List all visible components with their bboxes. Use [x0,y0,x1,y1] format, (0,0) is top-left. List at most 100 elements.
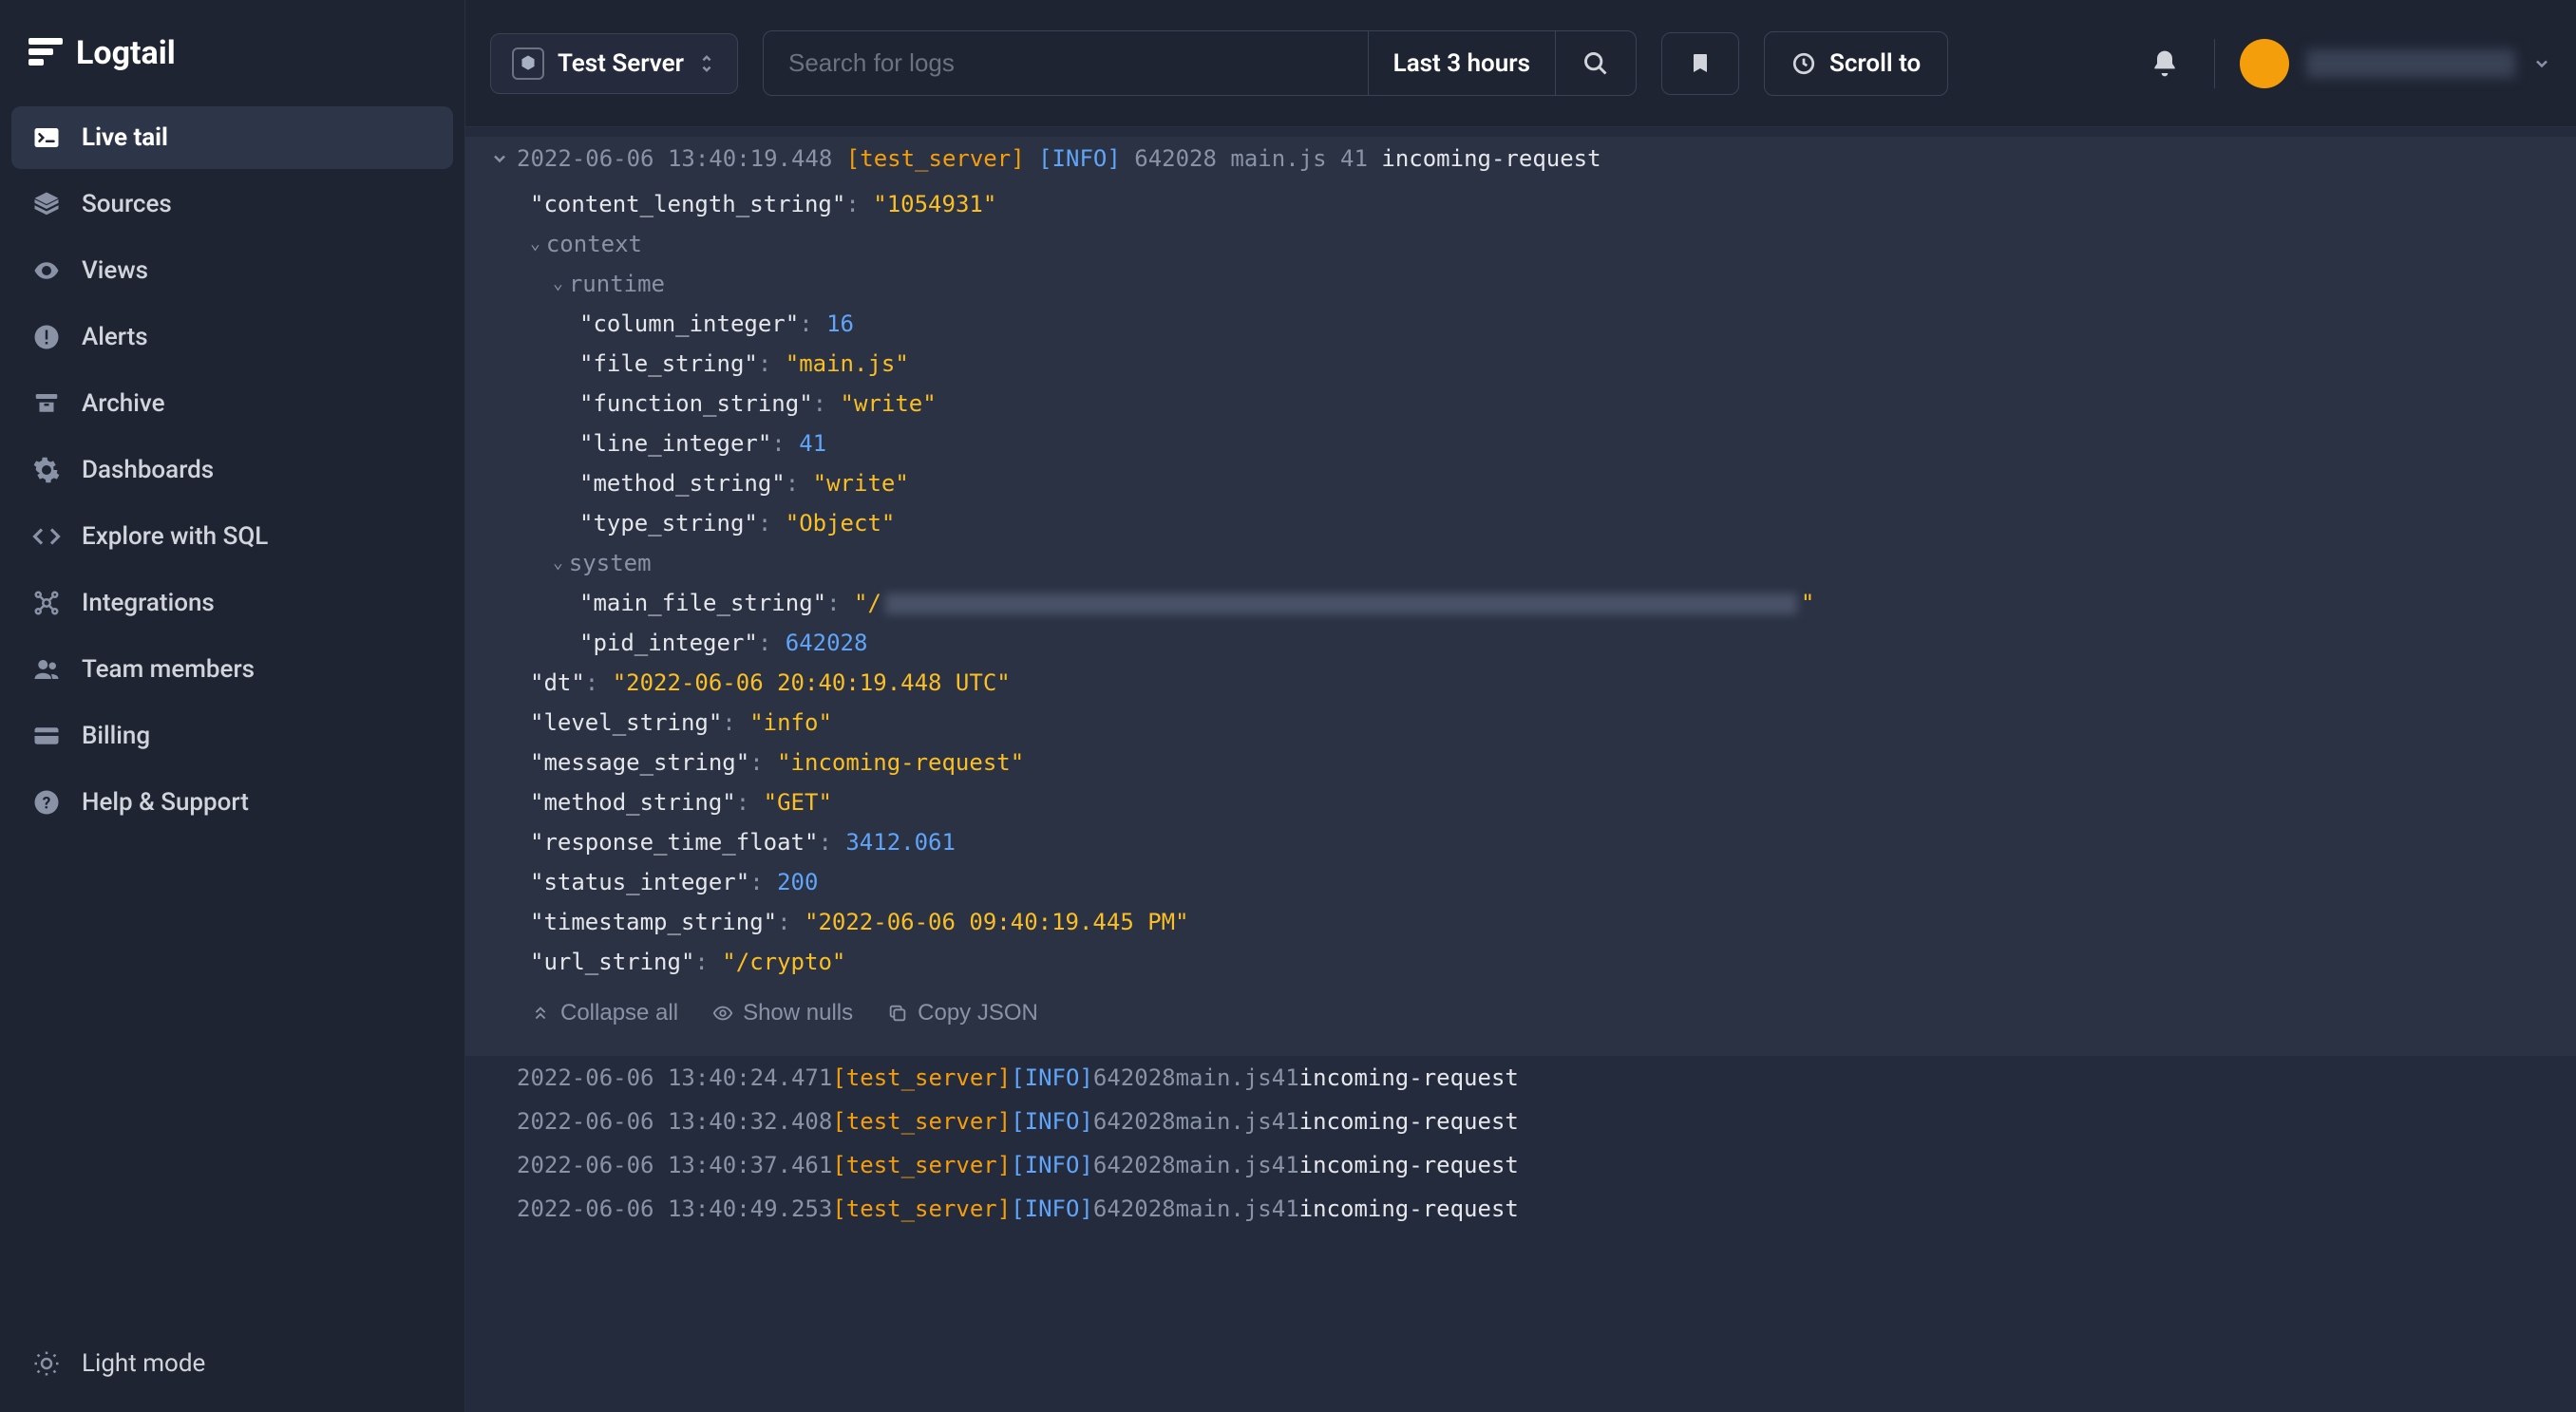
kv-value: "GET" [764,789,832,816]
sidebar-item-help[interactable]: ? Help & Support [11,771,453,834]
sidebar-item-label: Sources [82,190,172,218]
notifications-button[interactable] [2140,48,2189,79]
search-input[interactable] [764,31,1368,95]
runtime-toggle[interactable]: ⌄ runtime [530,264,2551,304]
avatar [2240,39,2289,88]
sidebar-item-archive[interactable]: Archive [11,372,453,435]
scroll-to-button[interactable]: Scroll to [1764,31,1948,96]
search-button[interactable] [1555,31,1636,95]
sidebar-item-live-tail[interactable]: Live tail [11,106,453,169]
main-content: ⬢ Test Server Last 3 hours Scroll to [465,0,2576,1412]
gear-icon [32,456,61,484]
sidebar-item-label: Archive [82,389,165,418]
kv-value: "write" [813,470,909,497]
sidebar-item-label: Integrations [82,589,215,617]
log-message: incoming-request [1381,139,1601,179]
sidebar-item-billing[interactable]: Billing [11,705,453,767]
eye-icon [32,256,61,285]
log-timestamp: 2022-06-06 13:40:19.448 [517,139,832,179]
kv-value: 16 [826,311,854,337]
kv-value: "Object" [786,510,896,537]
redacted-path [885,593,1797,614]
sidebar-item-sources[interactable]: Sources [11,173,453,235]
kv-value: 200 [777,869,818,895]
show-nulls-button[interactable]: Show nulls [712,993,853,1033]
archive-icon [32,389,61,418]
svg-text:?: ? [43,794,51,813]
kv-value: 642028 [786,630,868,656]
sidebar-item-label: Explore with SQL [82,522,268,551]
logtail-icon [28,38,63,68]
log-lineno: 41 [1340,139,1368,179]
kv-value: "2022-06-06 20:40:19.448 UTC" [613,669,1011,696]
log-row[interactable]: 2022-06-06 13:40:24.471 [test_server] [I… [465,1056,2576,1100]
kv-value: "info" [749,709,832,736]
sidebar-item-team[interactable]: Team members [11,638,453,701]
log-level: [INFO] [1038,139,1121,179]
brand-logo[interactable]: Logtail [11,17,453,106]
sun-icon [32,1349,61,1378]
card-icon [32,722,61,750]
sidebar: Logtail Live tail Sources Views Alerts A… [0,0,465,1412]
kv-value: 41 [799,430,826,457]
user-menu[interactable] [2240,39,2551,88]
integration-icon [32,589,61,617]
system-toggle[interactable]: ⌄ system [530,543,2551,583]
sidebar-item-dashboards[interactable]: Dashboards [11,439,453,501]
scroll-to-label: Scroll to [1829,49,1921,78]
theme-toggle[interactable]: Light mode [11,1332,453,1395]
topbar: ⬢ Test Server Last 3 hours Scroll to [465,0,2576,127]
help-icon: ? [32,788,61,817]
stack-icon [32,190,61,218]
terminal-icon [32,123,61,152]
sidebar-item-label: Alerts [82,323,148,351]
bell-icon [2150,48,2180,79]
collapse-all-button[interactable]: Collapse all [530,993,678,1033]
log-row[interactable]: 2022-06-06 13:40:37.461 [test_server] [I… [465,1143,2576,1187]
bookmark-icon [1689,50,1712,77]
kv-value: "/ [854,590,881,616]
sidebar-item-explore-sql[interactable]: Explore with SQL [11,505,453,568]
kv-value: 3412.061 [845,829,956,856]
time-range-selector[interactable]: Last 3 hours [1368,31,1555,95]
kv-value: "write" [841,390,937,417]
source-selector[interactable]: ⬢ Test Server [490,33,738,94]
nodejs-icon: ⬢ [512,47,544,80]
log-pid: 642028 [1134,139,1217,179]
source-name: Test Server [558,49,684,78]
kv-value: "/crypto" [722,949,845,975]
users-icon [32,655,61,684]
code-icon [32,522,61,551]
eye-icon [712,1003,733,1024]
copy-json-button[interactable]: Copy JSON [887,993,1038,1033]
sidebar-item-views[interactable]: Views [11,239,453,302]
chevron-updown-icon [697,52,716,75]
log-server: [test_server] [846,139,1025,179]
log-row[interactable]: 2022-06-06 13:40:32.408 [test_server] [I… [465,1100,2576,1143]
log-row-expanded[interactable]: 2022-06-06 13:40:19.448 [test_server] [I… [465,137,2576,180]
kv-value: "main.js" [786,350,909,377]
sidebar-item-label: Team members [82,655,255,684]
sidebar-item-label: Billing [82,722,150,750]
log-file: main.js [1230,139,1326,179]
sidebar-item-alerts[interactable]: Alerts [11,306,453,368]
search-bar: Last 3 hours [763,30,1637,96]
theme-label: Light mode [82,1349,205,1378]
sidebar-item-label: Dashboards [82,456,214,484]
main-nav: Live tail Sources Views Alerts Archive D… [11,106,453,1332]
log-viewer[interactable]: 2022-06-06 13:40:19.448 [test_server] [I… [465,127,2576,1412]
chevron-down-icon [2532,54,2551,73]
divider [2214,39,2215,88]
context-toggle[interactable]: ⌄ context [530,224,2551,264]
chevron-down-icon[interactable] [490,149,517,168]
log-detail-panel: "content_length_string": "1054931" ⌄ con… [465,180,2576,1056]
kv-value: "incoming-request" [777,749,1024,776]
bookmark-button[interactable] [1661,32,1739,95]
log-row[interactable]: 2022-06-06 13:40:49.253 [test_server] [I… [465,1187,2576,1231]
brand-name: Logtail [76,34,176,72]
detail-actions: Collapse all Show nulls Copy JSON [530,982,2551,1052]
sidebar-item-integrations[interactable]: Integrations [11,572,453,634]
search-icon [1582,50,1609,77]
clock-icon [1791,51,1816,76]
sidebar-item-label: Views [82,256,148,285]
